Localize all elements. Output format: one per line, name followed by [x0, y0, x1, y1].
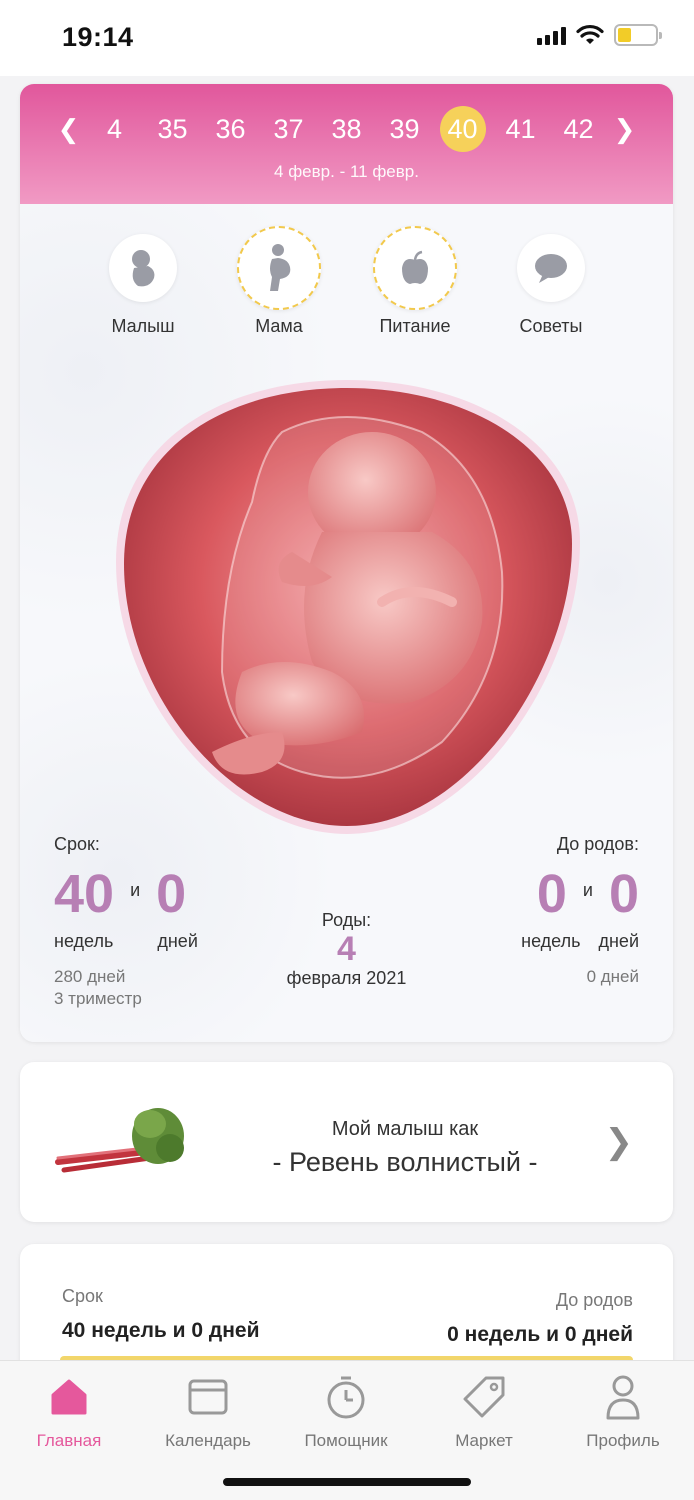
nav-label: Помощник [304, 1431, 388, 1450]
speech-bubble-icon [517, 234, 585, 302]
signal-icon [537, 25, 566, 45]
home-indicator[interactable] [223, 1478, 471, 1486]
week-date-range: 4 февр. - 11 февр. [274, 162, 419, 181]
until-summary-value: 0 недель и 0 дней [447, 1323, 633, 1346]
nav-label: Профиль [586, 1431, 660, 1450]
nav-assistant[interactable]: Помощник [281, 1373, 411, 1451]
tag-icon [419, 1373, 549, 1421]
term-summary-left: Срок 40 недель и 0 дней [62, 1286, 260, 1343]
week-item[interactable]: 36 [202, 106, 260, 152]
pregnant-woman-icon [237, 226, 321, 310]
tab-nutrition[interactable]: Питание [360, 226, 470, 337]
stopwatch-icon [281, 1373, 411, 1421]
active-week-label: 40 [447, 114, 478, 144]
until-label: До родов: [556, 834, 639, 854]
tab-label: Советы [519, 316, 583, 336]
chevron-left-icon[interactable]: ❮ [52, 114, 86, 145]
nav-market[interactable]: Маркет [419, 1373, 549, 1451]
week-item[interactable]: 42 [550, 106, 608, 152]
tab-label: Мама [255, 316, 303, 336]
chevron-right-icon[interactable]: ❯ [608, 114, 642, 145]
nav-label: Календарь [165, 1431, 251, 1450]
battery-icon [614, 24, 662, 46]
baby-size-caption: Мой малыш как [331, 1118, 479, 1140]
nav-label: Маркет [455, 1431, 513, 1450]
nav-calendar[interactable]: Календарь [143, 1373, 273, 1451]
nav-label: Главная [36, 1431, 102, 1450]
until-total-days: 0 дней [586, 967, 639, 986]
term-label: Срок: [54, 834, 100, 854]
week-row: ❮ 4 35 36 37 38 39 40 41 42 ❯ [20, 106, 673, 152]
week-item[interactable]: 35 [144, 106, 202, 152]
until-weeks-value: 0 [536, 864, 567, 924]
baby-size-fruit: - Ревень волнистый - [272, 1147, 538, 1177]
days-unit: дней [598, 931, 639, 951]
profile-icon [558, 1373, 688, 1421]
tab-mom[interactable]: Мама [224, 226, 334, 337]
wifi-icon [576, 24, 604, 44]
status-bar: 19:14 [0, 0, 694, 76]
nav-profile[interactable]: Профиль [558, 1373, 688, 1451]
home-icon [4, 1373, 134, 1421]
until-birth-stats: До родов: 0 и 0 недель дней 0 дней [521, 834, 639, 988]
term-summary-right: До родов 0 недель и 0 дней [447, 1290, 633, 1347]
week-item-active[interactable]: 40 [434, 106, 492, 152]
and-label: и [582, 880, 593, 900]
baby-size-text: Мой малыш как - Ревень волнистый - [220, 1118, 590, 1178]
trimester: 3 триместр [54, 989, 142, 1008]
calendar-icon [143, 1373, 273, 1421]
baby-size-card[interactable]: Мой малыш как - Ревень волнистый - ❯ [20, 1062, 673, 1222]
week-item[interactable]: 4 [86, 106, 144, 152]
until-summary-label: До родов [555, 1290, 633, 1310]
until-days-value: 0 [608, 864, 639, 924]
apple-icon [373, 226, 457, 310]
status-icons [537, 24, 662, 46]
and-label: и [130, 880, 141, 900]
chevron-right-icon[interactable]: ❯ [605, 1122, 634, 1162]
week-item[interactable]: 39 [376, 106, 434, 152]
pregnancy-week-card: ❮ 4 35 36 37 38 39 40 41 42 ❯ 4 февр. - … [20, 84, 673, 1042]
status-time: 19:14 [62, 22, 134, 52]
tab-label: Питание [379, 316, 451, 336]
week-details: Малыш Мама Питание Советы Срок: 40 и 0 н… [20, 204, 673, 1042]
term-summary-label: Срок [62, 1286, 103, 1306]
tab-label: Малыш [111, 316, 175, 336]
tab-tips[interactable]: Советы [496, 234, 606, 337]
fetus-illustration [116, 380, 580, 834]
week-item[interactable]: 38 [318, 106, 376, 152]
week-item[interactable]: 41 [492, 106, 550, 152]
term-summary-value: 40 недель и 0 дней [62, 1319, 260, 1342]
nav-home[interactable]: Главная [4, 1373, 134, 1451]
week-item[interactable]: 37 [260, 106, 318, 152]
rhubarb-image [55, 1108, 184, 1173]
tab-baby[interactable]: Малыш [88, 234, 198, 337]
week-selector: ❮ 4 35 36 37 38 39 40 41 42 ❯ 4 февр. - … [20, 84, 673, 204]
weeks-unit: недель [521, 931, 581, 951]
baby-icon [109, 234, 177, 302]
